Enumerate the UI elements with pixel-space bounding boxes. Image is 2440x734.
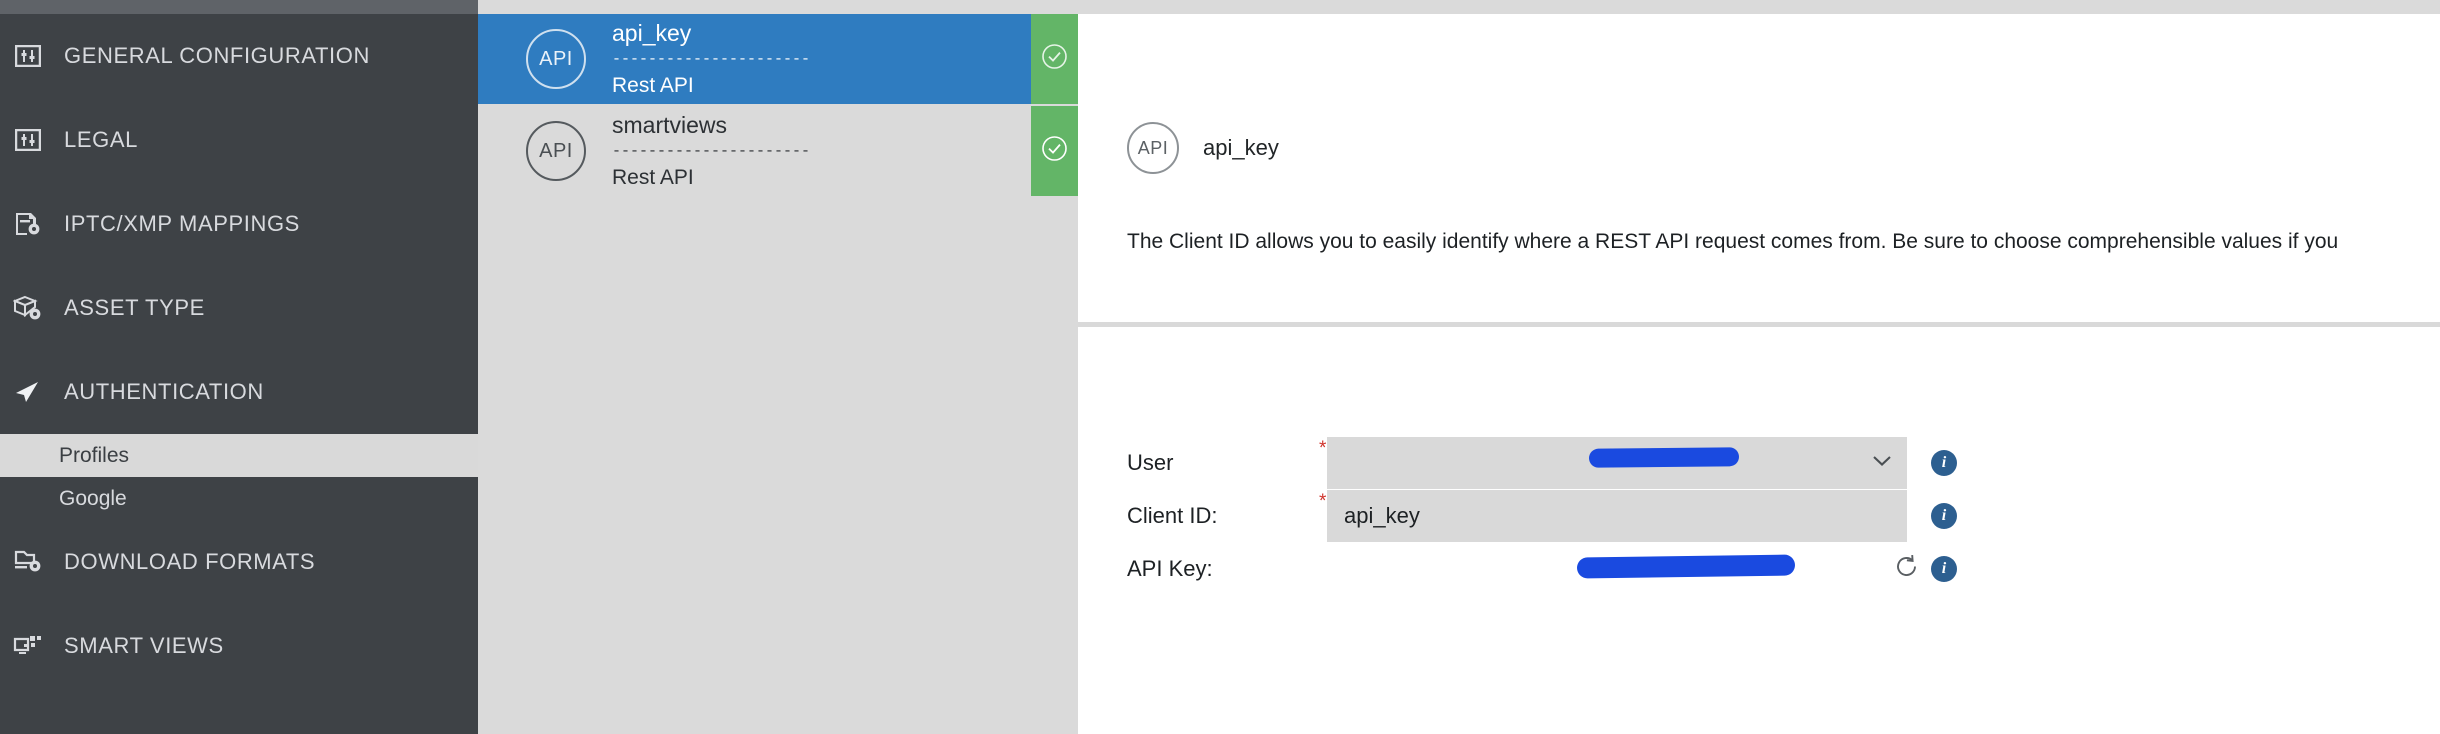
info-icon[interactable]: i [1931,503,1957,529]
check-circle-icon [1041,135,1068,167]
redaction-mark [1576,554,1796,579]
sidebar-item-label: SMART VIEWS [64,633,224,658]
sidebar-item-download-formats[interactable]: DOWNLOAD FORMATS [0,520,478,604]
main-header: API api_key The Client ID allows you to … [1078,14,2440,322]
user-select[interactable] [1327,437,1907,489]
sidebar-item-legal[interactable]: LEGAL [0,98,478,182]
sidebar-item-asset-type[interactable]: ASSET TYPE [0,266,478,350]
monitor-tiles-icon [0,633,56,659]
form-row-client-id: Client ID: * api_key i [1078,490,2440,542]
avatar-label: API [539,47,573,70]
sidebar-item-label: GENERAL CONFIGURATION [64,43,370,68]
info-icon[interactable]: i [1931,450,1957,476]
sidebar-item-general-configuration[interactable]: GENERAL CONFIGURATION [0,14,478,98]
sidebar-subitem-label: Profiles [59,443,130,467]
user-label: User [1127,450,1174,475]
info-icon-label: i [1941,560,1947,577]
refresh-icon[interactable] [1894,554,1920,585]
sidebar-item-smart-views[interactable]: SMART VIEWS [0,604,478,688]
client-id-label: Client ID: [1127,503,1218,528]
form-row-api-key: API Key: i [1078,543,2440,595]
list-item[interactable]: API api_key ----------------------------… [478,14,1078,104]
sidebar-item-authentication[interactable]: AUTHENTICATION [0,350,478,434]
list-item-title: smartviews [612,112,728,138]
sidebar: GENERAL CONFIGURATION LEGAL IPTC/XMP MAP… [0,0,478,734]
list-item-title: api_key [612,20,692,46]
sidebar-item-profiles[interactable]: Profiles [0,434,478,477]
section-divider [1078,322,2440,327]
avatar: API [526,29,586,89]
sidebar-item-label: IPTC/XMP MAPPINGS [64,211,300,236]
app-window: GENERAL CONFIGURATION LEGAL IPTC/XMP MAP… [0,0,2440,734]
required-asterisk: * [1319,491,1327,512]
document-gear-icon [0,211,56,237]
list-item-subtitle: Rest API [612,74,694,97]
client-id-input[interactable]: api_key [1327,490,1907,542]
avatar-label: API [1137,137,1169,158]
sliders-box-icon [0,45,56,67]
list-item-text: api_key --------------------------------… [612,19,1078,99]
list-item-subtitle: Rest API [612,166,694,189]
avatar: API [526,121,586,181]
status-badge[interactable] [1031,106,1078,196]
file-download-gear-icon [0,549,56,575]
sidebar-item-label: LEGAL [64,127,138,152]
list-item-text: smartviews -----------------------------… [612,111,1078,191]
avatar: API [1127,122,1179,174]
list-item-separator: ----------------------------------------… [612,145,808,159]
client-id-value: api_key [1344,503,1420,528]
list-panel-top-strip [478,0,1078,14]
list-item[interactable]: API smartviews -------------------------… [478,106,1078,196]
info-icon-label: i [1941,454,1947,471]
sidebar-top-strip [0,0,478,14]
info-icon[interactable]: i [1931,556,1957,582]
profiles-list-panel: API api_key ----------------------------… [478,0,1078,734]
api-key-value-container [1327,543,1907,595]
paper-plane-icon [0,380,56,404]
chevron-down-icon[interactable] [1872,454,1892,472]
main-top-strip [1078,0,2440,14]
redaction-mark [1588,447,1740,468]
sidebar-item-label: ASSET TYPE [64,295,205,320]
api-key-label: API Key: [1127,556,1213,581]
page-title-row: API api_key [1127,122,1279,174]
description-text: The Client ID allows you to easily ident… [1127,230,2339,253]
sidebar-item-label: AUTHENTICATION [64,379,264,404]
main-panel: API api_key The Client ID allows you to … [1078,0,2440,734]
check-circle-icon [1041,43,1068,75]
list-item-separator: ----------------------------------------… [612,53,808,67]
sidebar-item-iptc-xmp-mappings[interactable]: IPTC/XMP MAPPINGS [0,182,478,266]
sidebar-subitem-label: Google [59,486,127,510]
sidebar-nav: GENERAL CONFIGURATION LEGAL IPTC/XMP MAP… [0,14,478,688]
page-title: api_key [1203,135,1279,160]
info-icon-label: i [1941,507,1947,524]
avatar-label: API [539,139,573,162]
box-gear-icon [0,295,56,321]
sidebar-item-label: DOWNLOAD FORMATS [64,549,316,574]
sliders-box-icon [0,129,56,151]
sidebar-item-google[interactable]: Google [0,477,478,520]
status-badge[interactable] [1031,14,1078,104]
required-asterisk: * [1319,438,1327,459]
form-row-user: User * i [1078,437,2440,489]
